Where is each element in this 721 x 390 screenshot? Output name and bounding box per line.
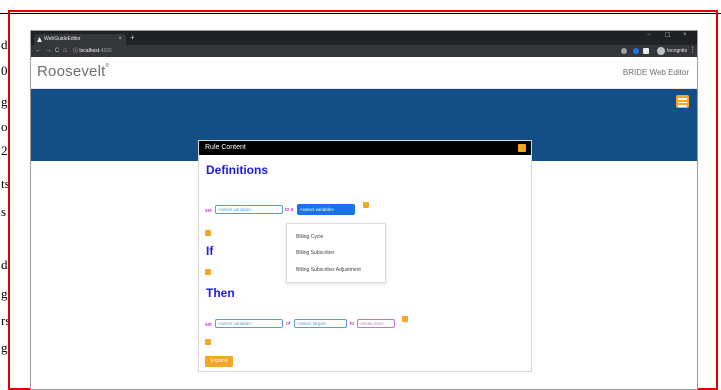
hamburger-menu-icon[interactable] (676, 95, 689, 108)
dropdown-option[interactable]: Billing Cycle (296, 234, 323, 240)
tab-strip: WebGuideEditor × + − ☐ × (31, 31, 697, 45)
expand-button[interactable]: Expand (205, 356, 233, 367)
dropdown-option[interactable]: Billing Subscriber (296, 250, 335, 256)
background-glyph: 2 (1, 143, 8, 158)
puzzle-icon[interactable] (643, 48, 649, 54)
if-heading: If (206, 244, 214, 258)
browser-menu-icon[interactable]: ⋮ (689, 46, 696, 54)
then-variable-select[interactable]: <select variable> (215, 319, 283, 328)
extension-icon[interactable] (633, 48, 639, 54)
url-host: localhost (79, 48, 100, 54)
site-info-icon[interactable]: ⓘ (73, 48, 78, 54)
roosevelt-logo: Roosevelt® (37, 63, 110, 80)
to-keyword: to (350, 321, 355, 327)
incognito-label: Incognito (667, 48, 688, 54)
definitions-heading: Definitions (206, 163, 268, 177)
background-glyph: o (1, 119, 8, 134)
if-add-button[interactable] (205, 269, 211, 275)
variable-select[interactable]: <select variable> (215, 205, 283, 214)
url-port: :4200 (99, 48, 112, 54)
background-glyph: g (1, 286, 8, 301)
extension-icon[interactable] (621, 48, 627, 54)
background-glyph: 0 (1, 63, 8, 78)
of-keyword: of (286, 321, 291, 327)
forward-icon[interactable]: → (45, 46, 52, 56)
maximize-icon[interactable]: ☐ (665, 32, 670, 39)
background-glyph: g (1, 94, 8, 109)
then-heading: Then (206, 286, 235, 300)
variable-select-open[interactable]: <select variable> (297, 204, 355, 215)
back-icon[interactable]: ← (35, 46, 42, 56)
background-glyph: g (1, 340, 8, 355)
incognito-icon[interactable] (657, 47, 665, 55)
action-add-button[interactable] (402, 316, 408, 322)
background-glyph: s (1, 204, 7, 219)
panel-add-button[interactable] (518, 144, 526, 152)
reload-icon[interactable]: C (55, 46, 59, 56)
definitions-add-button[interactable] (205, 230, 211, 236)
page-favicon-icon (37, 37, 42, 42)
value-text-input[interactable]: <enter text> (357, 319, 395, 328)
app-title: BRIDE Web Editor (622, 68, 689, 77)
panel-title: Rule Content (205, 144, 246, 151)
target-select[interactable]: <select target> (294, 319, 347, 328)
rule-content-panel: Rule Content Definitions set <select var… (198, 140, 532, 372)
tab-title: WebGuideEditor (44, 36, 81, 42)
minimize-icon[interactable]: − (647, 32, 651, 38)
address-bar[interactable]: ⓘ localhost:4200 (73, 47, 112, 55)
to-keyword: to a (285, 207, 294, 213)
browser-tab[interactable]: WebGuideEditor × (34, 34, 126, 45)
set-keyword: set (205, 208, 212, 214)
dropdown-option[interactable]: Billing Subscriber Adjustment (296, 267, 361, 273)
browser-window: WebGuideEditor × + − ☐ × ← → C ⌂ ⓘ local… (30, 30, 698, 390)
app-header: Roosevelt® BRIDE Web Editor (31, 57, 697, 89)
screenshot-stage: d 0 g o 2 ts s d g rs g WebGuideEditor ×… (0, 0, 721, 390)
close-window-icon[interactable]: × (683, 32, 687, 38)
browser-toolbar: ← → C ⌂ ⓘ localhost:4200 Incognito ⋮ (31, 45, 697, 57)
background-glyph: d (1, 257, 8, 272)
variable-dropdown-menu: Billing Cycle Billing Subscriber Billing… (286, 223, 386, 283)
new-tab-button[interactable]: + (130, 33, 135, 43)
then-add-button[interactable] (205, 339, 211, 345)
set-keyword: set (205, 322, 212, 328)
background-glyph: d (1, 37, 8, 52)
panel-header: Rule Content (199, 141, 531, 155)
definition-add-button[interactable] (363, 202, 369, 208)
home-icon[interactable]: ⌂ (63, 46, 67, 56)
tab-close-icon[interactable]: × (118, 34, 122, 45)
